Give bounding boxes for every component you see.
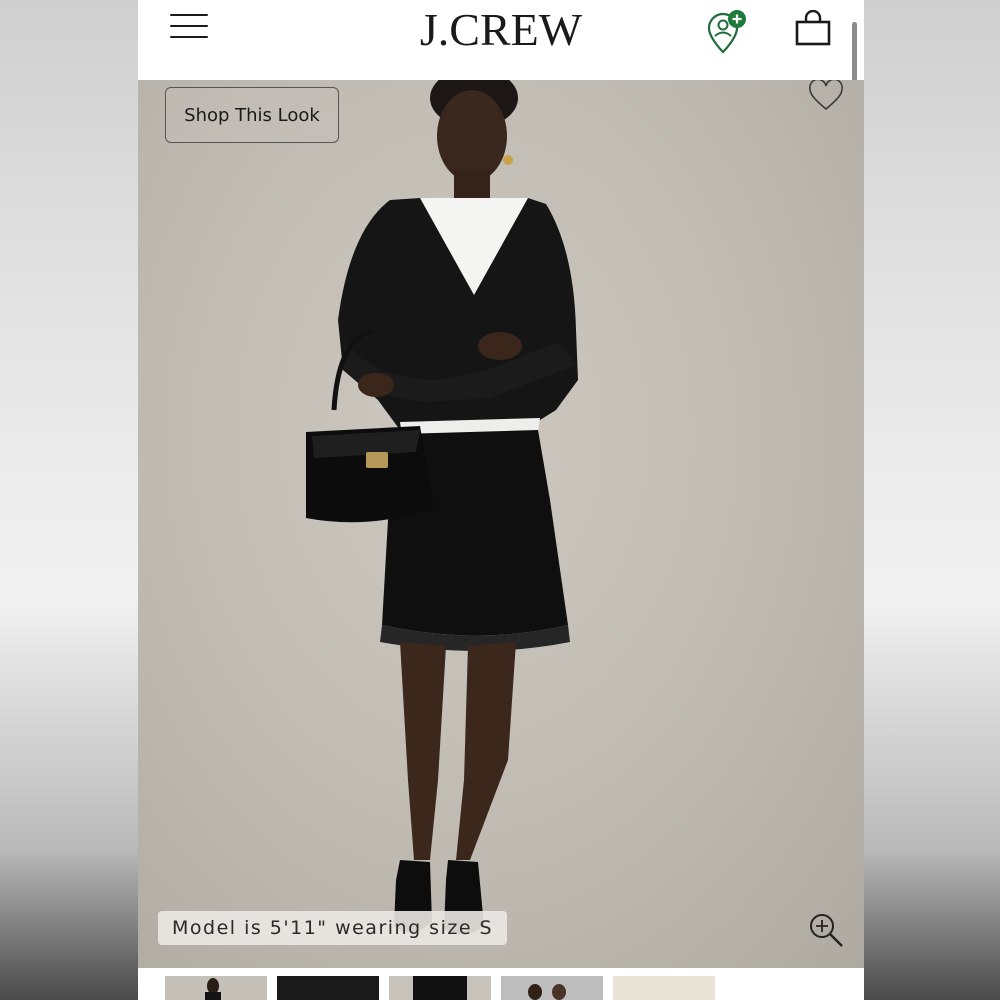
brand-logo[interactable]: J.CREW	[138, 2, 864, 58]
thumbnail-4[interactable]	[501, 976, 603, 1000]
left-backdrop	[0, 0, 138, 1000]
thumbnail-5[interactable]	[613, 976, 715, 1000]
thumbnail-strip	[138, 976, 864, 1000]
thumbnail-3[interactable]	[389, 976, 491, 1000]
model-photo	[306, 80, 578, 935]
shopping-bag-icon[interactable]	[794, 9, 832, 48]
product-hero-image[interactable]: Shop This Look Model is 5'11" wearing si…	[138, 80, 864, 968]
account-add-icon[interactable]	[704, 8, 750, 54]
thumbnail-1[interactable]	[165, 976, 267, 1000]
zoom-in-icon[interactable]	[806, 910, 846, 950]
thumbnail-2[interactable]	[277, 976, 379, 1000]
site-header: J.CREW	[138, 0, 864, 204]
model-size-info: Model is 5'11" wearing size S	[158, 911, 508, 945]
mobile-screen: J.CREW Shop This Look Model is 5'11" wea…	[138, 0, 864, 1000]
shop-this-look-button[interactable]: Shop This Look	[165, 87, 339, 143]
heart-outline-icon[interactable]	[808, 80, 844, 112]
right-backdrop	[864, 0, 1000, 1000]
